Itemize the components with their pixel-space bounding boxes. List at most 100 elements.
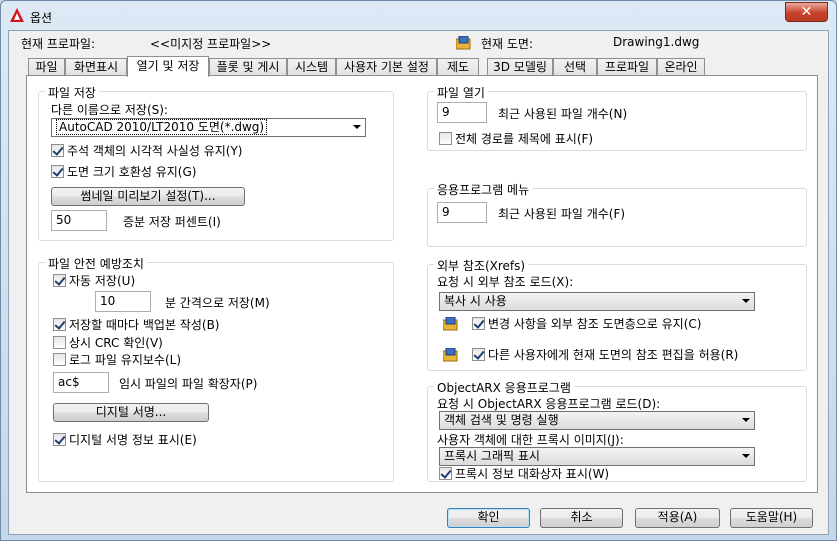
full-path-checkbox[interactable]: 전체 경로를 제목에 표시(F) — [439, 132, 593, 148]
autosave-checkbox[interactable]: 자동 저장(U) — [53, 274, 135, 290]
open-and-save-panel: 파일 저장 다른 이름으로 저장(S): AutoCAD 2010/LT2010… — [26, 75, 818, 493]
tab-system[interactable]: 시스템 — [287, 58, 336, 76]
maintain-drawing-size-checkbox[interactable]: 도면 크기 호환성 유지(G) — [51, 165, 196, 181]
incremental-save-input[interactable]: 50 — [51, 210, 107, 231]
checkbox-box — [51, 144, 64, 157]
checkbox-label: 도면 크기 호환성 유지(G) — [67, 165, 197, 179]
arx-demand-load-label: 요청 시 ObjectARX 응용프로그램 로드(D): — [437, 397, 661, 411]
checkbox-label: 변경 사항을 외부 참조 도면층으로 유지(C) — [488, 317, 702, 331]
xrefs-title: 외부 참조(Xrefs) — [434, 257, 529, 274]
save-as-value: AutoCAD 2010/LT2010 도면(*.dwg) — [56, 119, 268, 135]
checkbox-box — [472, 348, 485, 361]
file-safety-group: 파일 안전 예방조치 자동 저장(U) 10 분 간격으로 저장(M) 저장할 … — [38, 255, 394, 482]
autosave-minutes-input[interactable]: 10 — [95, 291, 151, 312]
objectarx-group: ObjectARX 응용프로그램 요청 시 ObjectARX 응용프로그램 로… — [427, 379, 807, 483]
checkbox-label: 주석 객체의 시각적 사실성 유지(Y) — [67, 144, 243, 158]
checkbox-label: 로그 파일 유지보수(L) — [69, 353, 181, 367]
tab-user-preferences[interactable]: 사용자 기본 설정 — [336, 58, 437, 76]
xref-edit-icon — [443, 348, 458, 362]
tab-3d-modeling[interactable]: 3D 모델링 — [487, 58, 553, 76]
file-open-group: 파일 열기 9 최근 사용된 파일 개수(N) 전체 경로를 제목에 표시(F) — [427, 84, 807, 151]
checkbox-box — [439, 132, 452, 145]
tab-drafting[interactable]: 제도 — [437, 58, 479, 76]
xref-demand-load-value: 복사 시 사용 — [444, 294, 507, 308]
file-open-title: 파일 열기 — [434, 84, 488, 101]
recent-files-label: 최근 사용된 파일 개수(N) — [498, 107, 628, 121]
proxy-images-value: 프록시 그래픽 표시 — [444, 449, 540, 463]
application-menu-title: 응용프로그램 메뉴 — [434, 181, 533, 198]
tab-online[interactable]: 온라인 — [657, 58, 705, 76]
tab-selection[interactable]: 선택 — [553, 58, 597, 76]
checkbox-box — [53, 353, 66, 366]
file-safety-title: 파일 안전 예방조치 — [45, 255, 147, 272]
apply-button[interactable]: 적용(A) — [635, 508, 720, 528]
file-save-group: 파일 저장 다른 이름으로 저장(S): AutoCAD 2010/LT2010… — [38, 84, 394, 241]
thumbnail-settings-button[interactable]: 썸네일 미리보기 설정(T)... — [51, 187, 245, 206]
arx-demand-load-select[interactable]: 객체 검색 및 명령 실행 — [439, 411, 755, 430]
file-save-title: 파일 저장 — [45, 84, 99, 101]
chevron-down-icon — [742, 299, 750, 303]
objectarx-title: ObjectARX 응용프로그램 — [434, 379, 574, 396]
temp-extension-input[interactable]: ac$ — [53, 372, 109, 393]
current-profile-label: 현재 프로파일: — [21, 37, 96, 51]
chevron-down-icon — [742, 454, 750, 458]
incremental-save-label: 증분 저장 퍼센트(I) — [123, 215, 221, 229]
maintain-visual-fidelity-checkbox[interactable]: 주석 객체의 시각적 사실성 유지(Y) — [51, 144, 242, 160]
checkbox-label: 디지털 서명 정보 표시(E) — [69, 433, 197, 447]
tab-display[interactable]: 화면표시 — [65, 58, 127, 76]
checkbox-box — [439, 467, 452, 480]
arx-demand-load-value: 객체 검색 및 명령 실행 — [444, 413, 559, 427]
current-profile-value: <<미지정 프로파일>> — [150, 37, 272, 51]
proxy-images-label: 사용자 객체에 대한 프록시 이미지(J): — [437, 433, 624, 447]
digital-signatures-button[interactable]: 디지털 서명... — [53, 403, 209, 422]
app-menu-recent-label: 최근 사용된 파일 개수(F) — [498, 207, 626, 221]
checkbox-label: 다른 사용자에게 현재 도면의 참조 편집을 허용(R) — [488, 348, 739, 362]
checkbox-box — [53, 274, 66, 287]
checkbox-label: 상시 CRC 확인(V) — [69, 336, 163, 350]
crc-checkbox[interactable]: 상시 CRC 확인(V) — [53, 336, 163, 352]
chevron-down-icon — [353, 125, 361, 129]
allow-xref-edit-checkbox[interactable]: 다른 사용자에게 현재 도면의 참조 편집을 허용(R) — [472, 348, 738, 364]
current-drawing-label: 현재 도면: — [481, 37, 534, 51]
chevron-down-icon — [742, 418, 750, 422]
ok-button[interactable]: 확인 — [447, 508, 530, 528]
drawing-icon — [456, 36, 471, 50]
app-menu-recent-input[interactable]: 9 — [437, 202, 487, 223]
title-bar[interactable]: 옵션 ✕ — [1, 1, 836, 31]
help-button[interactable]: 도움말(H) — [730, 508, 813, 528]
xrefs-group: 외부 참조(Xrefs) 요청 시 외부 참조 로드(X): 복사 시 사용 변… — [427, 257, 807, 371]
application-menu-group: 응용프로그램 메뉴 9 최근 사용된 파일 개수(F) — [427, 181, 807, 247]
recent-files-input[interactable]: 9 — [437, 102, 487, 123]
tab-files[interactable]: 파일 — [28, 58, 65, 76]
backup-checkbox[interactable]: 저장할 때마다 백업본 작성(B) — [53, 318, 219, 334]
tab-open-and-save[interactable]: 열기 및 저장 — [127, 56, 209, 77]
xref-layer-icon — [443, 317, 458, 331]
window-title: 옵션 — [30, 11, 53, 25]
autocad-logo-icon — [10, 8, 24, 22]
checkbox-box — [53, 336, 66, 349]
show-proxy-dialog-checkbox[interactable]: 프록시 정보 대화상자 표시(W) — [439, 467, 609, 483]
proxy-images-select[interactable]: 프록시 그래픽 표시 — [439, 447, 755, 466]
checkbox-label: 프록시 정보 대화상자 표시(W) — [455, 467, 610, 481]
checkbox-box — [51, 165, 64, 178]
tab-profiles[interactable]: 프로파일 — [597, 58, 657, 76]
tab-plot-and-publish[interactable]: 플롯 및 게시 — [209, 58, 287, 76]
cancel-button[interactable]: 취소 — [540, 508, 623, 528]
checkbox-box — [53, 318, 66, 331]
save-as-label: 다른 이름으로 저장(S): — [51, 103, 168, 117]
xref-demand-load-select[interactable]: 복사 시 사용 — [439, 292, 755, 311]
autosave-minutes-label: 분 간격으로 저장(M) — [165, 296, 270, 310]
save-as-select[interactable]: AutoCAD 2010/LT2010 도면(*.dwg) — [51, 118, 366, 137]
checkbox-box — [472, 317, 485, 330]
options-dialog: 옵션 ✕ 현재 프로파일: <<미지정 프로파일>> 현재 도면: Drawin… — [0, 0, 837, 541]
checkbox-label: 전체 경로를 제목에 표시(F) — [455, 132, 594, 146]
temp-extension-label: 임시 파일의 파일 확장자(P) — [119, 377, 258, 391]
current-drawing-value: Drawing1.dwg — [613, 35, 700, 49]
checkbox-label: 저장할 때마다 백업본 작성(B) — [69, 318, 220, 332]
display-signature-checkbox[interactable]: 디지털 서명 정보 표시(E) — [53, 433, 197, 449]
retain-xref-changes-checkbox[interactable]: 변경 사항을 외부 참조 도면층으로 유지(C) — [472, 317, 701, 333]
close-button[interactable]: ✕ — [785, 2, 828, 22]
log-file-checkbox[interactable]: 로그 파일 유지보수(L) — [53, 353, 181, 369]
checkbox-label: 자동 저장(U) — [69, 274, 136, 288]
xref-demand-load-label: 요청 시 외부 참조 로드(X): — [437, 275, 574, 289]
